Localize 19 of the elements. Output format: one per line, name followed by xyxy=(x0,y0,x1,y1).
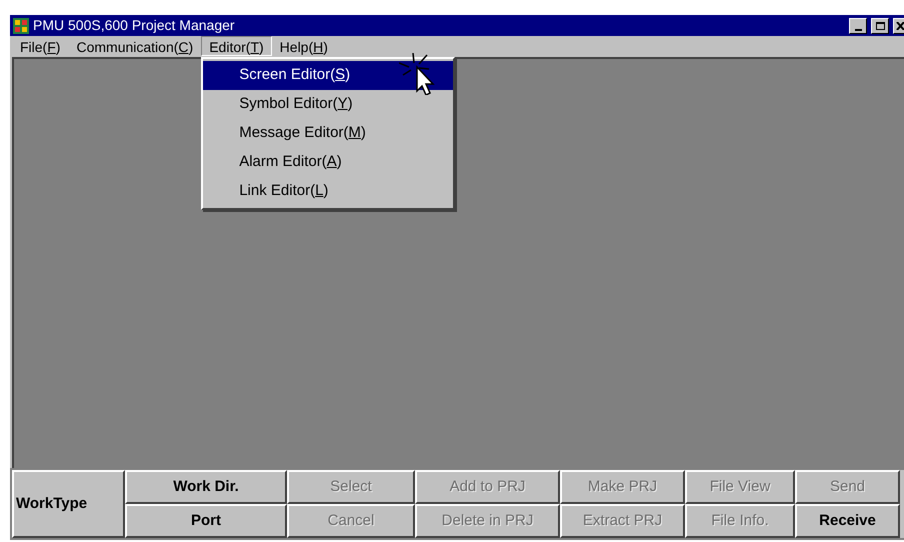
toolbar-button[interactable]: Port xyxy=(125,504,287,538)
dropdown-menu-item[interactable]: Link Editor(L) xyxy=(203,176,454,206)
dropdown-menu-item[interactable]: Screen Editor(S) xyxy=(203,60,454,90)
app-logo-icon xyxy=(13,18,29,34)
window-title: PMU 500S,600 Project Manager xyxy=(33,16,236,35)
menu-item[interactable]: Help(H) xyxy=(272,36,336,56)
dropdown-menu-item[interactable]: Message Editor(M) xyxy=(203,118,454,148)
menu-item[interactable]: Communication(C) xyxy=(68,36,202,56)
close-button[interactable] xyxy=(893,18,904,34)
minimize-button[interactable] xyxy=(849,18,867,34)
maximize-button[interactable] xyxy=(871,18,889,34)
toolbar-button[interactable]: Work Dir. xyxy=(125,470,287,504)
menu-item[interactable]: Editor(T) xyxy=(201,36,272,56)
toolbar-button[interactable]: Receive xyxy=(795,504,900,538)
dropdown-menu-item[interactable]: Symbol Editor(Y) xyxy=(203,90,454,118)
menu-item[interactable]: File(F) xyxy=(12,36,68,56)
row-label: WorkType xyxy=(12,470,125,538)
close-icon xyxy=(896,22,904,30)
dropdown-menu-item[interactable]: Alarm Editor(A) xyxy=(203,148,454,176)
